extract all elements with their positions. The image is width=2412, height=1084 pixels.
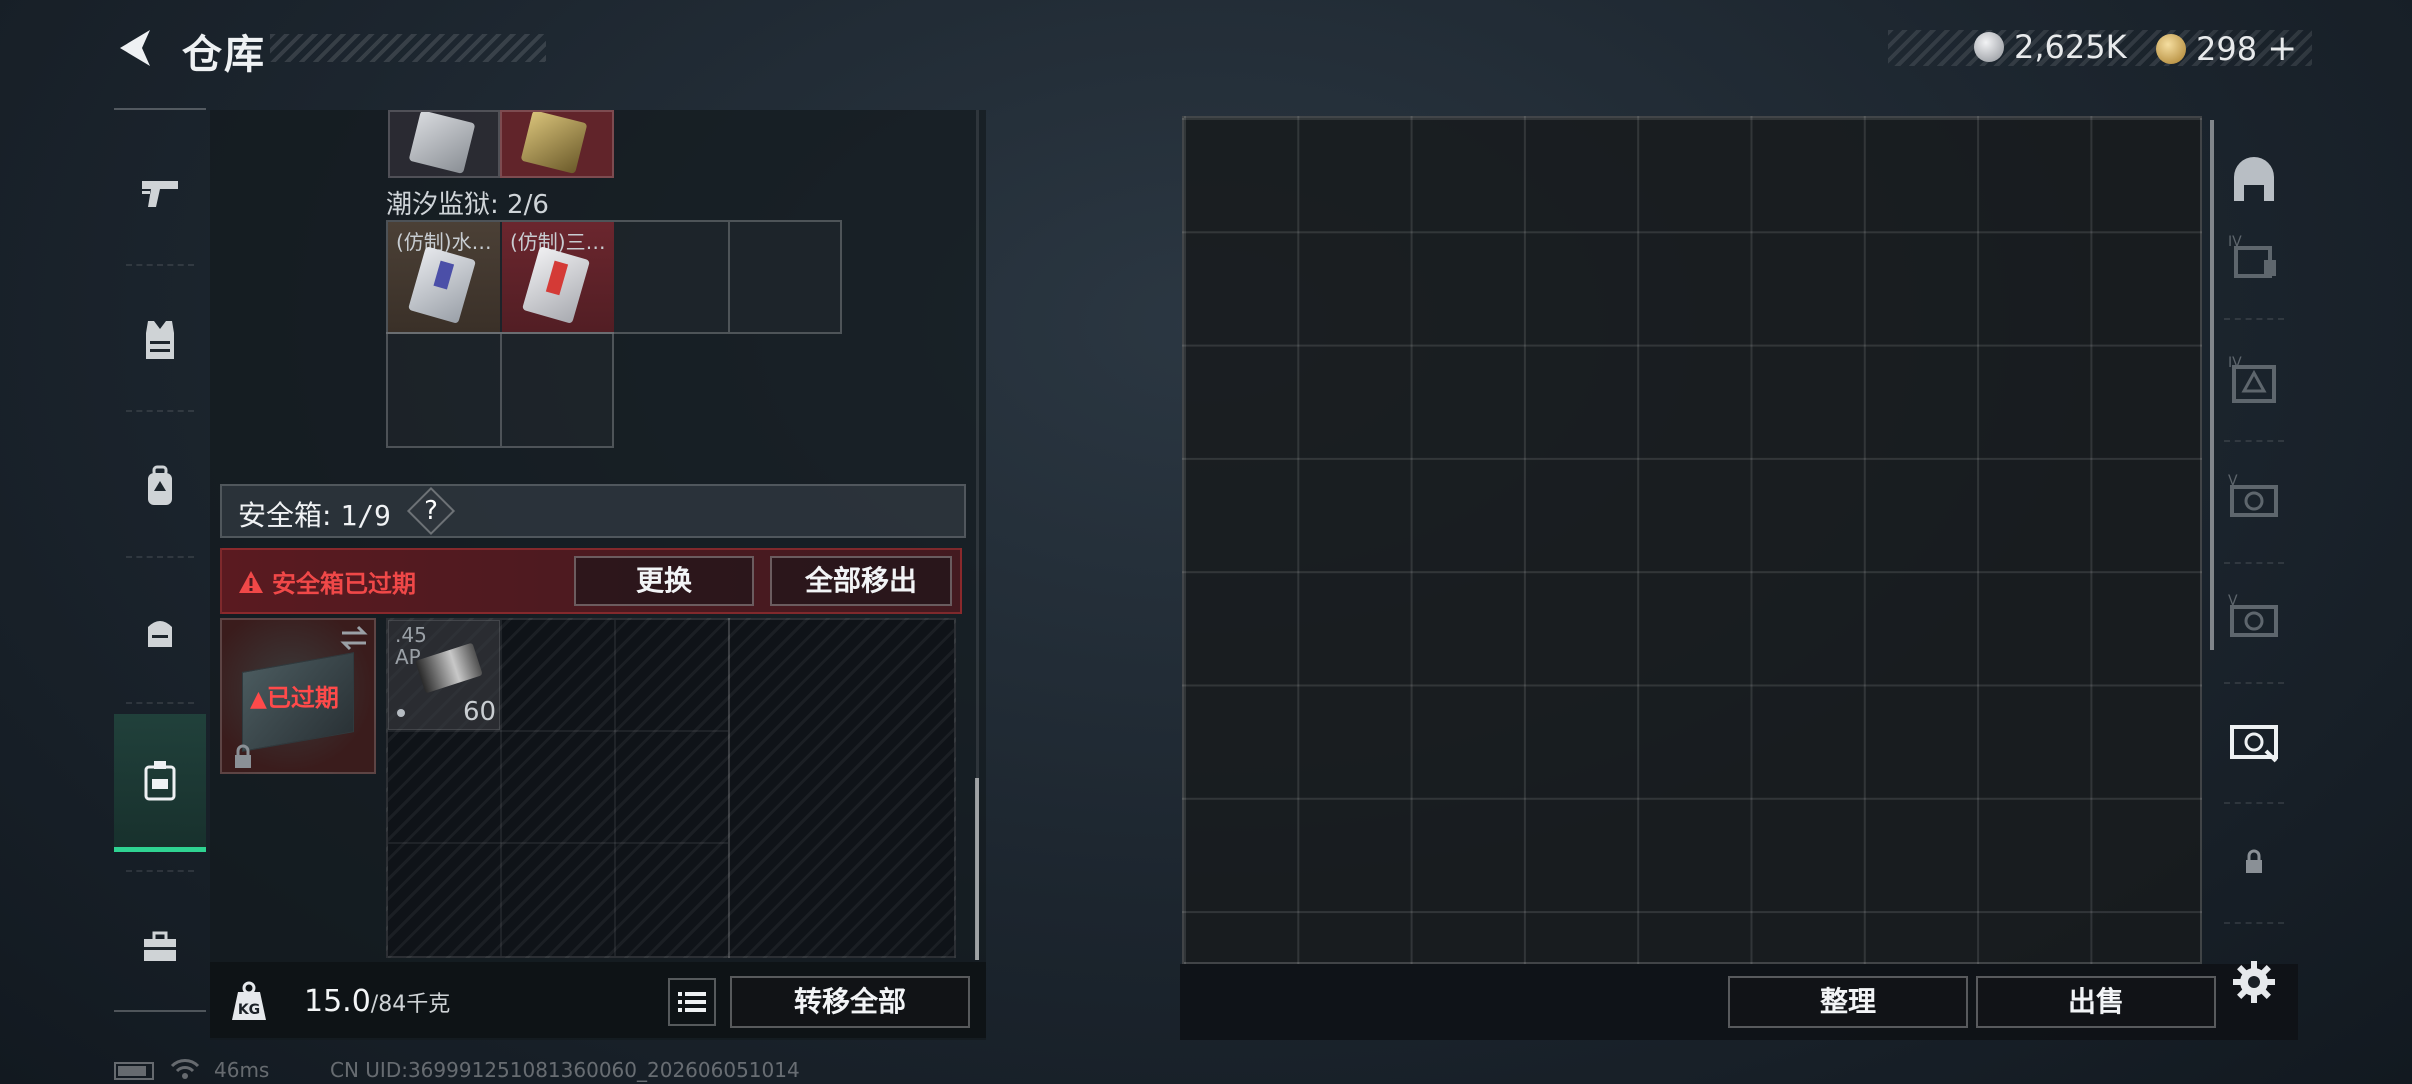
gold-coin-icon — [2156, 33, 2186, 64]
rail-item-chest-rig[interactable] — [114, 560, 206, 706]
ping-readout: 46ms — [214, 1058, 270, 1082]
list-view-button[interactable] — [668, 978, 716, 1026]
swap-icon[interactable] — [338, 624, 370, 652]
lock-icon — [2246, 849, 2262, 873]
weight-icon: KG — [222, 976, 276, 1030]
sort-button[interactable]: 整理 — [1728, 976, 1968, 1028]
stash-page-4[interactable]: V — [2222, 466, 2286, 530]
stash-page-scrollbar[interactable] — [2210, 120, 2214, 650]
safebox-title: 安全箱: 1/9 — [238, 499, 391, 532]
transfer-all-button[interactable]: 转移全部 — [730, 976, 970, 1028]
category-rail — [114, 108, 206, 1012]
list-icon — [678, 992, 706, 1012]
item-card[interactable]: (仿制)水… — [388, 222, 500, 332]
gold-currency[interactable]: 298 + — [2156, 28, 2297, 69]
stash-tab-icon: V — [2228, 593, 2278, 637]
stash-tab-icon: IV — [2228, 234, 2276, 278]
stash-tab-icon: V — [2228, 473, 2278, 517]
item-card[interactable] — [500, 110, 614, 178]
inventory-scroll-thumb[interactable] — [975, 778, 979, 960]
replace-button[interactable]: 更换 — [574, 556, 754, 606]
ammo-box-icon — [415, 642, 483, 694]
toolbox-icon — [144, 931, 176, 961]
chest-rig-icon — [148, 621, 172, 647]
silver-currency: 2,625K — [1974, 28, 2127, 66]
home-stash-icon — [2234, 157, 2274, 201]
key-card-icon — [521, 246, 591, 324]
user-id: CN UID:369991251081360060_202606051014 — [330, 1058, 800, 1082]
rail-item-safebox[interactable] — [114, 714, 206, 852]
stash-page-2[interactable]: IV — [2222, 226, 2286, 290]
weight-readout: 15.0/84千克 — [304, 984, 451, 1019]
add-currency-button[interactable]: + — [2267, 28, 2297, 69]
svg-text:KG: KG — [238, 1002, 260, 1018]
wifi-icon — [170, 1058, 200, 1080]
rail-item-toolbox[interactable] — [114, 874, 206, 1020]
stash-grid — [1182, 116, 2202, 964]
gear-icon — [2233, 961, 2275, 1003]
rail-item-weapon[interactable] — [114, 120, 206, 266]
stash-tab-icon: IV — [2228, 355, 2276, 403]
armor-vest-icon — [146, 321, 174, 359]
stash-page-3[interactable]: IV — [2222, 348, 2286, 412]
page-title: 仓库 — [182, 32, 266, 78]
key-card-icon — [520, 112, 588, 175]
warning-icon — [239, 570, 263, 593]
sell-button[interactable]: 出售 — [1976, 976, 2216, 1028]
expired-warning: 安全箱已过期 — [238, 564, 416, 599]
silver-coin-icon — [1974, 32, 2004, 62]
lock-icon — [235, 744, 251, 768]
back-arrow-icon — [120, 30, 150, 66]
stash-page-6[interactable] — [2222, 708, 2286, 772]
stash-page-main[interactable] — [2222, 148, 2286, 212]
container-section-label: 潮汐监狱: 2/6 — [386, 190, 549, 220]
rail-item-armor[interactable] — [114, 268, 206, 414]
battery-icon — [114, 1062, 154, 1080]
key-card-icon — [408, 112, 476, 175]
stash-page-5[interactable]: V — [2222, 586, 2286, 650]
key-card-icon — [407, 246, 477, 324]
case-expired-label: ▲已过期 — [250, 684, 339, 712]
help-icon[interactable]: ? — [414, 494, 448, 528]
settings-button[interactable] — [2222, 950, 2286, 1014]
remove-all-button[interactable]: 全部移出 — [770, 556, 952, 606]
title-decoration — [270, 34, 546, 62]
item-card[interactable] — [388, 110, 500, 178]
stash-tab-icon — [2230, 725, 2278, 763]
pistol-icon — [142, 181, 178, 207]
ammo-item[interactable]: .45 AP 60 — [388, 620, 500, 730]
stash-page-locked[interactable] — [2222, 830, 2286, 894]
rail-item-backpack[interactable] — [114, 414, 206, 560]
backpack-icon — [148, 465, 172, 505]
back-button[interactable] — [112, 24, 160, 72]
safebox-icon — [144, 760, 176, 800]
item-card[interactable]: (仿制)三… — [502, 222, 614, 332]
